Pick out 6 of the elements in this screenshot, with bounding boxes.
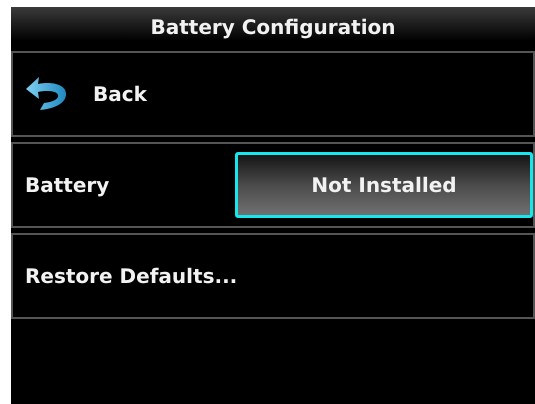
- restore-defaults-button[interactable]: Restore Defaults...: [11, 233, 535, 319]
- setting-label: Battery: [25, 172, 110, 199]
- window-title: Battery Configuration: [150, 14, 396, 41]
- value-button[interactable]: Not Installed: [235, 152, 533, 218]
- back-button[interactable]: Back: [11, 51, 535, 137]
- back-arrow-icon: [25, 76, 69, 112]
